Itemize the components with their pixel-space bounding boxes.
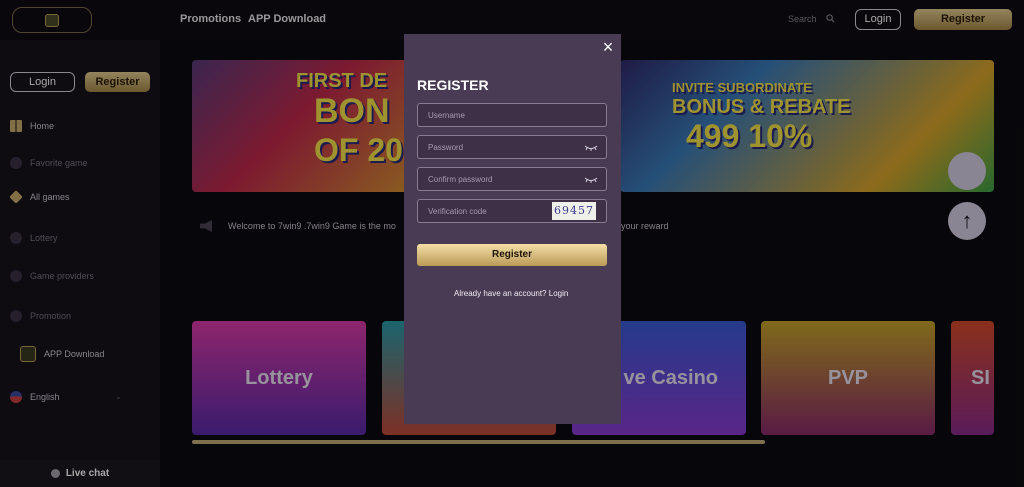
password-input[interactable] [418,136,606,158]
captcha-image[interactable]: 69457 [552,202,596,220]
login-link[interactable]: Login [549,289,569,298]
register-submit-button[interactable]: Register [417,244,607,266]
login-prompt: Already have an account? Login [454,289,568,298]
eye-closed-icon[interactable] [584,144,598,152]
verification-field[interactable]: 69457 [417,199,607,223]
close-icon[interactable]: × [597,38,619,57]
modal-title: REGISTER [417,77,489,93]
eye-closed-icon[interactable] [584,176,598,184]
confirm-password-field[interactable] [417,167,607,191]
username-input[interactable] [418,104,606,126]
confirm-password-input[interactable] [418,168,606,190]
already-account-text: Already have an account? [454,289,547,298]
username-field[interactable] [417,103,607,127]
password-field[interactable] [417,135,607,159]
